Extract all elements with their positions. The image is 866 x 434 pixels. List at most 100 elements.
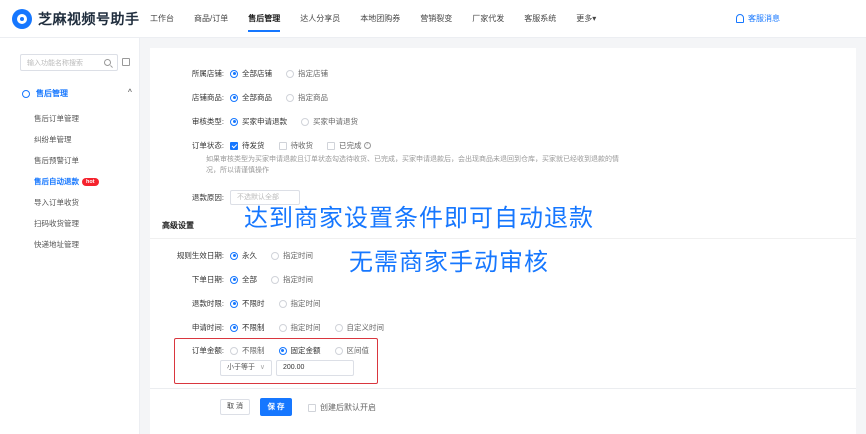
radio-dot [230,299,238,308]
comparator-value: 小于等于 [227,364,255,371]
radio-dot [301,117,309,126]
overlay-subheadline: 无需商家手动审核 [349,248,549,276]
sidebar-item-import-receipt[interactable]: 导入订单收货 [34,197,79,208]
radio-label: 区间值 [346,346,370,355]
nav-item-more[interactable]: 更多▾ [576,0,596,38]
sidebar-group-after-sales[interactable]: 售后管理 ^ [22,88,132,99]
sidebar-item-warning-orders[interactable]: 售后预警订单 [34,155,79,166]
refund-reason-row: 退款原因: [180,192,224,203]
logo-icon [12,9,32,29]
sidebar-item-address[interactable]: 快递地址管理 [34,239,79,250]
radio-label: 全部店铺 [242,69,272,78]
nav-item-influencers[interactable]: 达人分享员 [300,0,340,38]
radio-all-shops[interactable]: 全部店铺 [230,68,272,79]
radio-dot [278,323,287,332]
save-button[interactable]: 保 存 [260,398,292,416]
radio-return-request[interactable]: 买家申请退货 [301,116,358,127]
sidebar-item-after-sales-orders[interactable]: 售后订单管理 [34,113,79,124]
default-on-checkbox[interactable]: 创建后默认开启 [308,402,376,413]
radio-amount-unlimited[interactable]: 不限制 [230,345,265,356]
overlay-headline: 达到商家设置条件即可自动退款 [244,204,594,232]
section-divider [150,238,856,239]
radio-amount-fixed[interactable]: 固定金额 [278,345,321,356]
check-label: 待收货 [290,141,314,150]
radio-dot [278,299,287,308]
sidebar-item-auto-refund[interactable]: 售后自动退款 hot [34,176,99,187]
help-icon[interactable]: ? [363,142,371,149]
radio-apply-unlimited[interactable]: 不限制 [230,322,265,333]
collapse-icon[interactable] [122,58,130,66]
checkbox [278,141,287,150]
check-pending-shipment[interactable]: 待发货 [230,140,265,151]
review-type-row: 审核类型: 买家申请退款 买家申请退货 [180,116,372,127]
radio-dot [230,323,238,332]
nav-item-marketing[interactable]: 营销裂变 [420,0,452,38]
radio-dot [230,275,238,284]
order-date-label: 下单日期: [191,275,224,284]
order-status-label: 订单状态: [191,141,224,150]
radio-apply-custom[interactable]: 自定义时间 [334,322,384,333]
radio-label: 全部商品 [242,93,272,102]
sidebar-group-label: 售后管理 [36,89,68,98]
rule-form-panel: 所属店铺: 全部店铺 指定店铺 店铺商品: 全部商品 指定商品 审核类型: 买家… [150,48,856,434]
radio-label: 不限时 [242,299,265,308]
chevron-down-icon: ∨ [259,364,265,371]
radio-label: 指定商品 [298,93,328,102]
amount-input[interactable]: 200.00 [276,360,354,376]
cancel-button[interactable]: 取 消 [220,399,250,415]
radio-order-date-all[interactable]: 全部 [230,274,257,285]
check-pending-receipt[interactable]: 待收货 [278,140,314,151]
sidebar-item-scan-receipt[interactable]: 扫码收货管理 [34,218,79,229]
shop-label: 所属店铺: [191,69,224,78]
effective-date-row: 规则生效日期: 永久 指定时间 [160,250,327,261]
radio-all-products[interactable]: 全部商品 [230,92,272,103]
check-completed[interactable]: 已完成? [327,140,371,151]
radio-order-date-specific[interactable]: 指定时间 [271,274,313,285]
sidebar-item-label: 售后自动退款 [34,177,79,186]
radio-specific-shop[interactable]: 指定店铺 [286,68,328,79]
hot-badge: hot [82,178,99,186]
bell-icon [736,14,744,23]
nav-item-workbench[interactable]: 工作台 [150,0,174,38]
amount-comparator-select[interactable]: 小于等于 ∨ [220,360,272,376]
search-placeholder: 输入功能名称搜索 [27,59,83,67]
app-logo[interactable]: 芝麻视频号助手 [12,9,140,29]
radio-refund-request[interactable]: 买家申请退款 [230,116,287,127]
radio-dot [286,69,294,78]
check-label: 待发货 [242,141,265,150]
radio-label: 全部 [242,275,257,284]
radio-apply-specific[interactable]: 指定时间 [278,322,321,333]
refund-time-label: 退款时限: [191,299,224,308]
radio-label: 指定时间 [290,323,321,332]
nav-item-local-coupons[interactable]: 本地团购券 [360,0,400,38]
sidebar-search-input[interactable]: 输入功能名称搜索 [20,54,118,71]
radio-dot [334,346,343,355]
nav-item-products-orders[interactable]: 商品/订单 [194,0,228,38]
nav-item-dropship[interactable]: 厂家代发 [472,0,504,38]
nav-item-after-sales[interactable]: 售后管理 [248,0,281,38]
refund-time-row: 退款时限: 不限时 指定时间 [180,298,335,309]
chevron-up-icon: ^ [127,89,132,96]
notice-link[interactable]: 客服消息 [736,13,780,24]
review-type-label: 审核类型: [191,117,224,126]
radio-specific-product[interactable]: 指定商品 [286,92,328,103]
top-nav: 工作台 商品/订单 售后管理 达人分享员 本地团购券 营销裂变 厂家代发 客服系… [150,0,616,38]
radio-label: 指定时间 [290,299,321,308]
apply-time-label: 申请时间: [191,323,224,332]
radio-label: 买家申请退货 [313,117,358,126]
search-icon[interactable] [104,59,111,66]
radio-refund-unlimited[interactable]: 不限时 [230,298,265,309]
radio-dot [230,117,238,126]
radio-label: 不限制 [242,346,265,355]
radio-effective-specific[interactable]: 指定时间 [271,250,313,261]
radio-permanent[interactable]: 永久 [230,250,257,261]
radio-dot [271,251,279,260]
nav-item-customer-service[interactable]: 客服系统 [524,0,556,38]
checkbox [327,141,335,150]
radio-dot [286,93,294,102]
radio-label: 指定店铺 [298,69,328,78]
radio-amount-range[interactable]: 区间值 [334,345,370,356]
radio-refund-specific[interactable]: 指定时间 [278,298,321,309]
top-bar: 芝麻视频号助手 工作台 商品/订单 售后管理 达人分享员 本地团购券 营销裂变 … [0,0,866,38]
sidebar-item-disputes[interactable]: 纠纷单管理 [34,134,72,145]
